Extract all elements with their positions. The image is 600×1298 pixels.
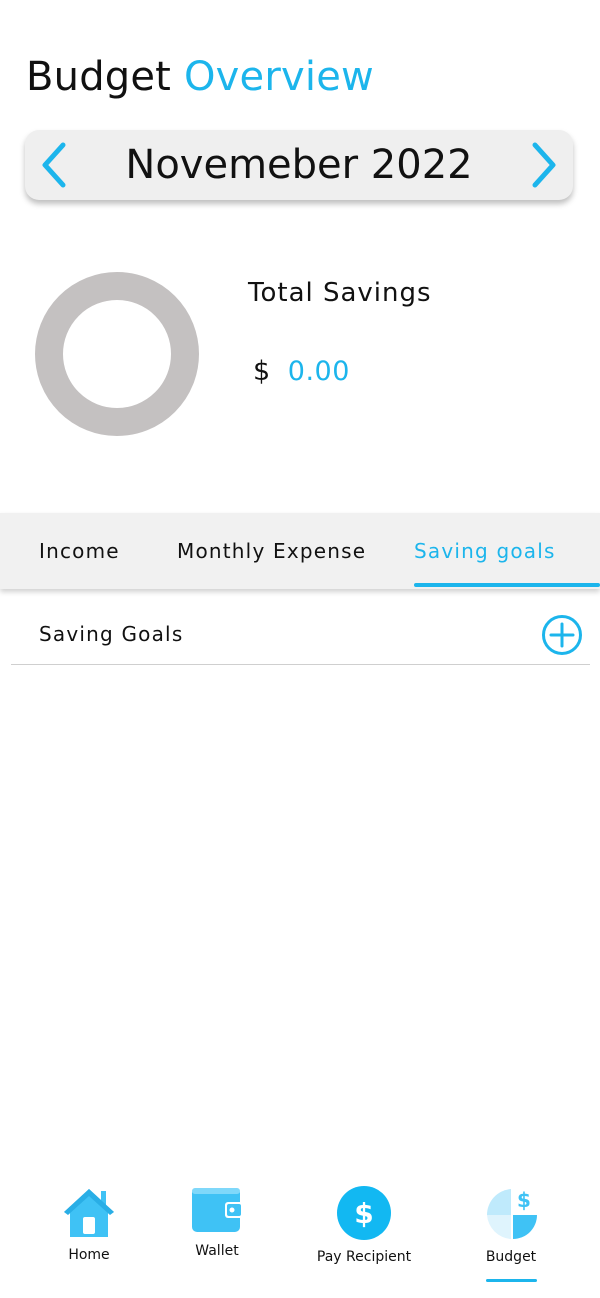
nav-wallet-label: Wallet xyxy=(195,1243,239,1259)
section-divider xyxy=(11,664,590,665)
wallet-icon xyxy=(192,1188,243,1232)
pie-chart-dollar-icon: $ xyxy=(486,1188,537,1239)
nav-wallet[interactable]: Wallet xyxy=(157,1185,277,1259)
nav-budget[interactable]: $ Budget xyxy=(451,1185,571,1265)
chevron-right-icon xyxy=(532,142,556,188)
dollar-circle-icon: $ xyxy=(337,1186,391,1240)
currency-symbol: $ xyxy=(253,356,271,387)
savings-donut-chart xyxy=(35,272,199,436)
active-nav-indicator xyxy=(486,1279,537,1282)
month-label: Novemeber 2022 xyxy=(125,142,473,188)
savings-value: 0.00 xyxy=(287,356,350,387)
tab-saving-goals[interactable]: Saving goals xyxy=(414,513,556,589)
title-part-budget: Budget xyxy=(26,54,172,100)
title-part-overview: Overview xyxy=(184,54,374,100)
saving-goals-heading: Saving Goals xyxy=(39,622,184,646)
nav-budget-label: Budget xyxy=(485,1249,537,1265)
nav-pay-recipient-label: Pay Recipient xyxy=(316,1249,412,1265)
add-circle-icon xyxy=(542,615,582,655)
add-saving-goal-button[interactable] xyxy=(541,614,583,656)
page-title: Budget Overview xyxy=(26,54,374,100)
nav-home[interactable]: Home xyxy=(29,1185,149,1263)
svg-text:$: $ xyxy=(517,1188,531,1212)
next-month-button[interactable] xyxy=(521,142,567,188)
nav-pay-recipient[interactable]: $ Pay Recipient xyxy=(304,1185,424,1265)
budget-tabs: Income Monthly Expense Saving goals xyxy=(0,513,600,589)
active-tab-indicator xyxy=(414,583,600,587)
svg-text:$: $ xyxy=(354,1197,373,1230)
tab-income[interactable]: Income xyxy=(39,513,120,589)
tab-monthly-expense[interactable]: Monthly Expense xyxy=(177,513,366,589)
nav-home-label: Home xyxy=(68,1247,110,1263)
total-savings-label: Total Savings xyxy=(248,278,432,308)
total-savings-amount: $ 0.00 xyxy=(253,356,350,387)
month-selector: Novemeber 2022 xyxy=(25,130,573,200)
home-icon xyxy=(64,1189,114,1237)
budget-overview-screen: Budget Overview Novemeber 2022 Total Sav… xyxy=(0,0,600,1298)
